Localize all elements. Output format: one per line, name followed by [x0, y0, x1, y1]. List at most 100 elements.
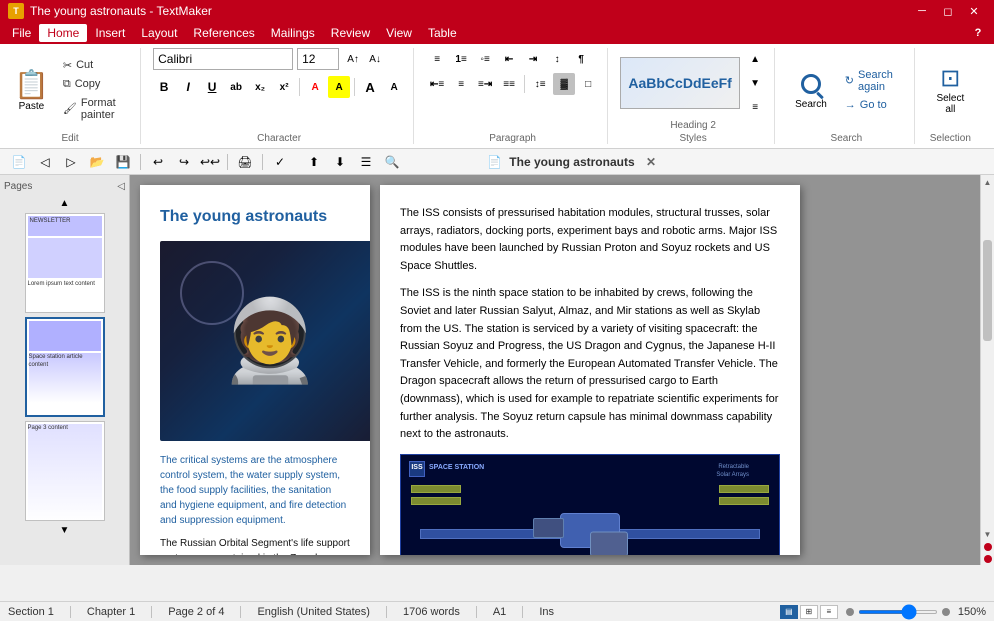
title-bar: T The young astronauts - TextMaker ─ ◻ ✕ — [0, 0, 994, 22]
paste-button[interactable]: 📋 Paste — [8, 64, 55, 116]
copy-button[interactable]: ⧉ Copy — [59, 76, 132, 93]
view-web-button[interactable]: ⊞ — [800, 605, 818, 619]
border-button[interactable]: □ — [577, 73, 599, 95]
decrease-indent-button[interactable]: ⇤ — [498, 48, 520, 70]
redo-button[interactable]: ↪ — [173, 151, 195, 173]
nav-right-button[interactable]: ▷ — [60, 151, 82, 173]
close-button[interactable]: ✕ — [962, 2, 986, 20]
zoom-percentage: 150% — [958, 606, 986, 618]
sort-button[interactable]: ↕ — [546, 48, 568, 70]
menu-file[interactable]: File — [4, 24, 39, 42]
open-button[interactable]: 📂 — [86, 151, 108, 173]
undo-button[interactable]: ↩ — [147, 151, 169, 173]
iss-diagram: ISS SPACE STATION Solar Arrays Integrate… — [400, 454, 780, 555]
font-size-input[interactable] — [297, 48, 339, 70]
status-bar-right: ▤ ⊞ ≡ 150% — [780, 605, 986, 619]
page-title: The young astronauts — [160, 205, 350, 229]
go-to-button[interactable]: → Go to — [839, 97, 906, 113]
nav-page-down-button[interactable]: ⬇ — [329, 151, 351, 173]
menu-review[interactable]: Review — [323, 24, 378, 42]
menu-home[interactable]: Home — [39, 24, 87, 42]
menu-insert[interactable]: Insert — [87, 24, 133, 42]
search-again-button[interactable]: ↻ Search again — [839, 67, 906, 95]
font-size-increase-button[interactable]: A↑ — [343, 49, 363, 69]
doc-close-button[interactable]: ✕ — [646, 155, 656, 169]
justify-button[interactable]: ≡≡ — [498, 73, 520, 95]
restore-button[interactable]: ◻ — [936, 2, 960, 20]
select-all-button[interactable]: ⊡ Select all — [927, 60, 974, 119]
pilcrow-button[interactable]: ¶ — [570, 48, 592, 70]
line-spacing-button[interactable]: ↕≡ — [529, 73, 551, 95]
page-thumbnail-2[interactable]: Space station article content — [25, 317, 105, 417]
format-painter-button[interactable]: 🖌 Format painter — [59, 95, 132, 123]
zoom-decrease-button[interactable] — [846, 608, 854, 616]
align-center-button[interactable]: ≡ — [450, 73, 472, 95]
astronaut-image — [160, 241, 370, 441]
menu-mailings[interactable]: Mailings — [263, 24, 323, 42]
font-size-down-button[interactable]: A — [383, 76, 405, 98]
save-button[interactable]: 💾 — [112, 151, 134, 173]
underline-button[interactable]: U — [201, 76, 223, 98]
align-left-button[interactable]: ⇤≡ — [426, 73, 448, 95]
page-thumbnail-3[interactable]: Page 3 content — [25, 421, 105, 521]
font-size-decrease-button[interactable]: A↓ — [365, 49, 385, 69]
paste-icon: 📋 — [14, 68, 49, 101]
document-tab-indicator: 📄 The young astronauts ✕ — [487, 155, 656, 169]
subscript-button[interactable]: x₂ — [249, 76, 271, 98]
scroll-thumb[interactable] — [983, 240, 992, 341]
italic-button[interactable]: I — [177, 76, 199, 98]
view-outline-button[interactable]: ≡ — [820, 605, 838, 619]
new-document-button[interactable]: 📄 — [8, 151, 30, 173]
styles-scroll-down-button[interactable]: ▼ — [744, 72, 766, 94]
view-normal-button[interactable]: ▤ — [780, 605, 798, 619]
document-area: The young astronauts The critical system… — [130, 175, 994, 565]
bullets-button[interactable]: ≡ — [426, 48, 448, 70]
nav-left-button[interactable]: ◁ — [34, 151, 56, 173]
nav-page-up-button[interactable]: ⬆ — [303, 151, 325, 173]
menu-layout[interactable]: Layout — [133, 24, 185, 42]
print-button[interactable]: 🖨 — [234, 151, 256, 173]
zoom-slider[interactable] — [858, 610, 938, 614]
cut-icon: ✂ — [63, 59, 72, 72]
help-button[interactable]: ? — [966, 24, 990, 42]
styles-gallery[interactable]: AaBbCcDdEeFf — [620, 57, 740, 109]
font-name-input[interactable] — [153, 48, 293, 70]
minimize-button[interactable]: ─ — [910, 2, 934, 20]
strikethrough-button[interactable]: ab — [225, 76, 247, 98]
superscript-button[interactable]: x² — [273, 76, 295, 98]
highlight-button[interactable]: A — [328, 76, 350, 98]
font-color-button[interactable]: A — [304, 76, 326, 98]
menu-table[interactable]: Table — [420, 24, 465, 42]
toolbar-separator-1 — [140, 154, 141, 170]
scroll-track[interactable] — [981, 189, 994, 527]
cut-button[interactable]: ✂ Cut — [59, 57, 132, 74]
search-button[interactable]: Search — [787, 65, 835, 114]
status-language: English (United States) — [257, 606, 370, 618]
align-right-button[interactable]: ≡⇥ — [474, 73, 496, 95]
zoom-increase-button[interactable] — [942, 608, 950, 616]
search-sidebar-button[interactable]: 🔍 — [381, 151, 403, 173]
styles-more-button[interactable]: ≡ — [744, 96, 766, 118]
scroll-down-button[interactable]: ▼ — [60, 525, 70, 536]
styles-scroll-up-button[interactable]: ▲ — [744, 48, 766, 70]
bold-button[interactable]: B — [153, 76, 175, 98]
outline-button[interactable]: ◦≡ — [474, 48, 496, 70]
page-thumbnail-1[interactable]: NEWSLETTER Lorem ipsum text content — [25, 213, 105, 313]
shading-button[interactable]: ▓ — [553, 73, 575, 95]
menu-view[interactable]: View — [378, 24, 420, 42]
scroll-up-arrow[interactable]: ▲ — [981, 175, 994, 189]
numbered-list-button[interactable]: 1≡ — [450, 48, 472, 70]
view-buttons: ▤ ⊞ ≡ — [780, 605, 838, 619]
menu-references[interactable]: References — [185, 24, 262, 42]
scroll-down-arrow[interactable]: ▼ — [981, 527, 994, 541]
vertical-scrollbar[interactable]: ▲ ▼ — [980, 175, 994, 565]
scroll-indicator-2 — [984, 555, 992, 563]
font-size-up-button[interactable]: A — [359, 76, 381, 98]
increase-indent-button[interactable]: ⇥ — [522, 48, 544, 70]
sidebar-toggle-button[interactable]: ☰ — [355, 151, 377, 173]
spell-check-button[interactable]: ✓ — [269, 151, 291, 173]
styles-group-label: Styles — [620, 131, 766, 144]
panel-collapse-button[interactable]: ◁ — [117, 181, 125, 192]
undo-more-button[interactable]: ↩↩ — [199, 151, 221, 173]
scroll-up-button[interactable]: ▲ — [60, 198, 70, 209]
